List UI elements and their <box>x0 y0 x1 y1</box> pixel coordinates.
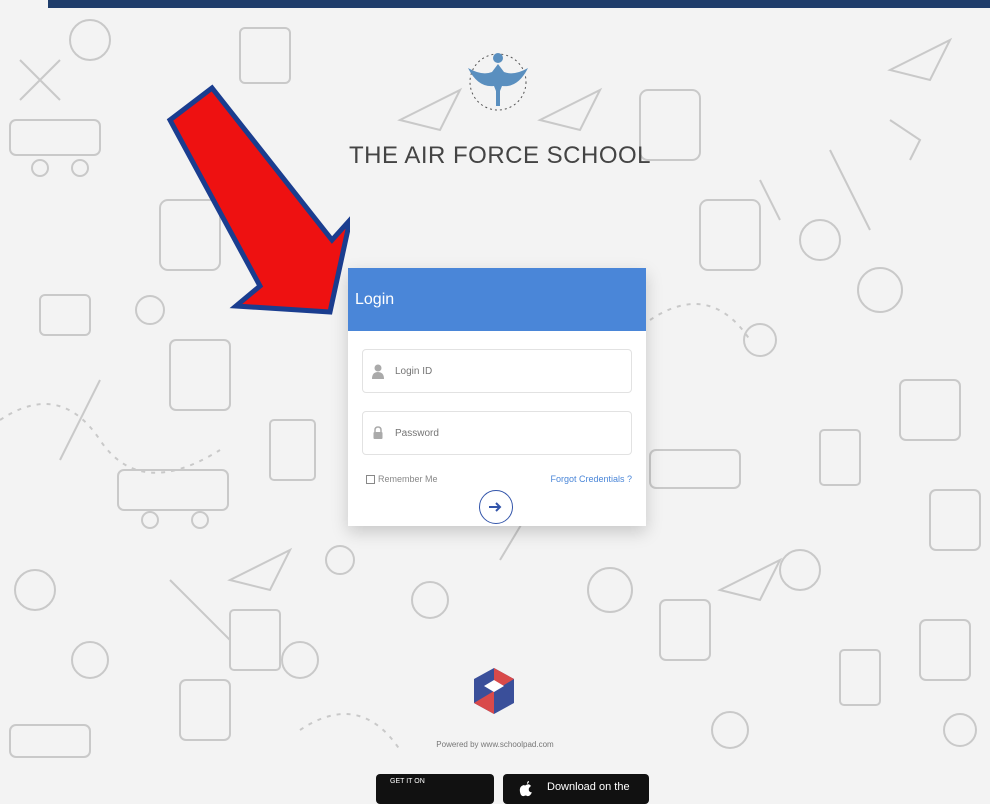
login-id-field[interactable] <box>362 349 632 393</box>
app-store-text: Download on the <box>547 781 630 793</box>
remember-checkbox[interactable] <box>366 474 375 484</box>
lock-icon <box>373 426 383 439</box>
google-play-button[interactable]: GET IT ON <box>376 774 494 804</box>
powered-by-text: Powered by www.schoolpad.com <box>436 740 554 749</box>
password-input[interactable] <box>393 412 627 454</box>
apple-icon <box>519 781 532 797</box>
app-store-button[interactable]: Download on the <box>503 774 649 804</box>
user-icon <box>372 364 384 379</box>
remember-label: Remember Me <box>378 474 438 484</box>
school-logo <box>468 53 528 111</box>
schoolpad-logo <box>474 668 514 714</box>
google-play-small-text: GET IT ON <box>390 778 425 785</box>
red-pointer-arrow <box>166 84 350 315</box>
password-field[interactable] <box>362 411 632 455</box>
login-id-input[interactable] <box>393 350 627 392</box>
arrow-right-icon <box>489 502 502 512</box>
submit-button[interactable] <box>479 490 513 524</box>
login-header: Login <box>348 268 646 331</box>
remember-me[interactable]: Remember Me <box>366 474 438 484</box>
login-card: Login Remember Me Forgot Credentials ? <box>348 268 646 526</box>
school-name: THE AIR FORCE SCHOOL <box>348 142 652 169</box>
forgot-credentials-link[interactable]: Forgot Credentials ? <box>550 474 632 484</box>
